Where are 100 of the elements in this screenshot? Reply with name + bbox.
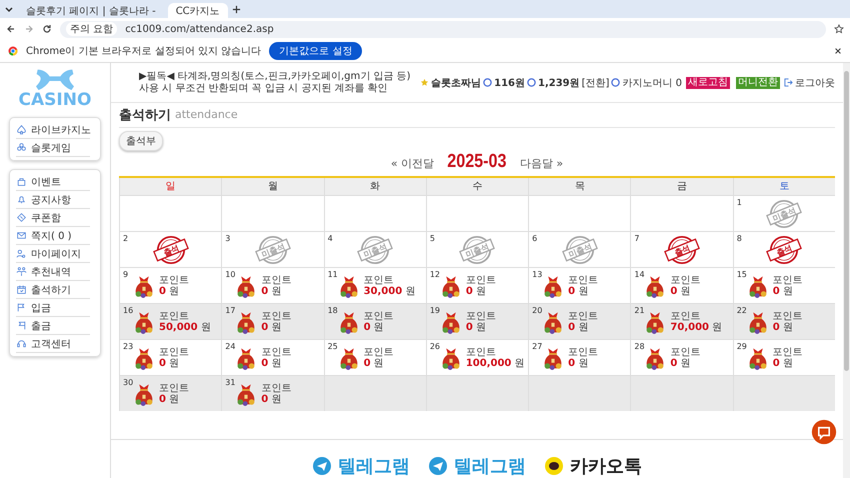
points-label: 포인트 (670, 310, 702, 322)
action-button[interactable]: 머니전환 (736, 76, 780, 89)
person-icon (16, 248, 27, 259)
bag-icon (16, 176, 27, 187)
x-logo-icon (34, 69, 75, 91)
bell-icon (16, 194, 27, 205)
day-number: 4 (328, 234, 333, 243)
sidebar-item[interactable]: 출석하기 (16, 281, 90, 299)
action-button[interactable]: 새로고침 (686, 76, 730, 89)
points-label: 포인트 (772, 274, 803, 286)
sidebar-item[interactable]: 이벤트 (16, 173, 90, 191)
attendance-book-button[interactable]: 출석부 (119, 130, 163, 151)
browser-tab[interactable]: 슬롯후기 페이지 | 슬롯나라 - (18, 3, 164, 18)
points-label: 포인트 (159, 382, 189, 394)
points-amount: 0 원 (261, 286, 282, 296)
day-number: 17 (225, 306, 236, 315)
day-number: 3 (225, 234, 230, 243)
previous-month-link[interactable]: « 이전달 (390, 156, 434, 171)
points-text: 1,239원 (538, 76, 580, 90)
points-amount: 0 원 (159, 286, 180, 296)
points-amount: 0 원 (670, 358, 692, 368)
sidebar-item[interactable]: 고객센터 (16, 335, 90, 353)
plus-icon[interactable] (232, 4, 241, 14)
people-icon (16, 266, 27, 277)
url-text: cc1009.com/attendance2.asp (125, 24, 274, 34)
points-amount: 0 원 (772, 286, 794, 296)
close-icon[interactable] (834, 47, 842, 55)
security-chip[interactable]: 주의 요함 (66, 22, 118, 36)
sidebar-item[interactable]: 공지사항 (16, 191, 90, 209)
logout-icon[interactable] (784, 78, 793, 88)
sidebar-item[interactable]: 쪽지( 0 ) (16, 227, 90, 245)
day-number: 19 (430, 306, 440, 315)
convert-link[interactable]: [전환] (582, 76, 610, 90)
chat-bubble-icon[interactable] (544, 456, 564, 476)
day-number: 14 (634, 270, 645, 279)
points-label: 포인트 (261, 346, 292, 358)
points-amount: 0 원 (568, 358, 590, 368)
day-number: 13 (532, 270, 542, 279)
day-number: 7 (634, 234, 640, 243)
user-name: 슬롯초짜님 (431, 76, 482, 90)
points-label: 포인트 (261, 382, 292, 394)
points-label: 포인트 (568, 346, 598, 358)
day-number: 12 (430, 270, 440, 279)
sidebar-item[interactable]: 출금 (16, 317, 90, 335)
sidebar-item[interactable]: 입금 (16, 299, 90, 317)
paper-plane-icon[interactable] (312, 456, 332, 476)
flag-icon (16, 302, 27, 313)
points-label: 포인트 (772, 346, 803, 358)
points-label: 포인트 (159, 274, 189, 286)
day-number: 30 (123, 378, 134, 387)
reload-icon[interactable] (42, 24, 52, 34)
day-number: 22 (736, 306, 747, 315)
address-bar[interactable]: 주의 요함 cc1009.com/attendance2.asp (60, 20, 826, 38)
star-icon[interactable] (834, 24, 844, 34)
ticket-icon (16, 212, 27, 223)
kakao-link[interactable]: 카카오톡 (570, 454, 642, 478)
page-subtitle: attendance (175, 108, 238, 122)
day-number: 16 (123, 306, 134, 315)
star-icon (420, 78, 430, 88)
day-number: 23 (123, 342, 134, 351)
day-number: 20 (532, 306, 542, 315)
day-number: 27 (532, 342, 542, 351)
notice-text: ▶필독◀ 타계좌,명의칭(토스,핀크,카카오페이,gm기 입금 등)사용 시 무조건 반환되며 꼭 입금 시 공지된 계좌를 확인 (139, 70, 412, 95)
sidebar-item[interactable]: 마이페이지 (16, 245, 90, 263)
sidebar-item[interactable]: 추천내역 (16, 263, 90, 281)
next-month-link[interactable]: 다음달 » (520, 156, 564, 171)
day-number: 26 (430, 342, 440, 351)
chat-button-icon[interactable] (811, 419, 837, 445)
weekday-header: 일 (119, 178, 222, 195)
sidebar-item[interactable]: 라이브카지노 (16, 121, 90, 139)
day-number: 10 (225, 270, 236, 279)
points-label: 포인트 (568, 274, 598, 286)
day-number: 2 (123, 234, 128, 243)
points-amount: 0 원 (364, 358, 385, 368)
logout-link[interactable]: 로그아웃 (795, 76, 835, 90)
back-icon[interactable] (6, 24, 16, 34)
coin-icon (611, 78, 620, 88)
envelope-icon (16, 230, 27, 241)
set-default-button[interactable]: 기본값으로 설정 (269, 42, 362, 60)
points-amount: 0 원 (772, 322, 794, 332)
sidebar-item[interactable]: 슬롯게임 (16, 139, 90, 157)
points-label: 포인트 (670, 274, 700, 286)
coin-icon (527, 78, 536, 88)
browser-tab[interactable]: CC카지노 (168, 3, 228, 18)
headset-icon (16, 338, 27, 349)
chrome-logo-icon (8, 46, 18, 56)
points-amount: 0 원 (364, 322, 385, 332)
page-title: 출석하기 (119, 106, 171, 124)
club-icon (16, 142, 27, 153)
sidebar-item[interactable]: 쿠폰함 (16, 209, 90, 227)
points-label: 포인트 (568, 310, 598, 322)
points-amount: 0 원 (261, 322, 282, 332)
scrollbar-thumb[interactable] (844, 71, 849, 371)
logo-text: CASINO (18, 91, 92, 109)
points-amount: 0 원 (772, 358, 794, 368)
coin-icon (483, 78, 492, 88)
month-title: 2025-03 (447, 150, 507, 173)
points-amount: 70,000 원 (670, 322, 722, 332)
paper-plane-icon[interactable] (428, 456, 448, 476)
day-number: 15 (736, 270, 747, 279)
